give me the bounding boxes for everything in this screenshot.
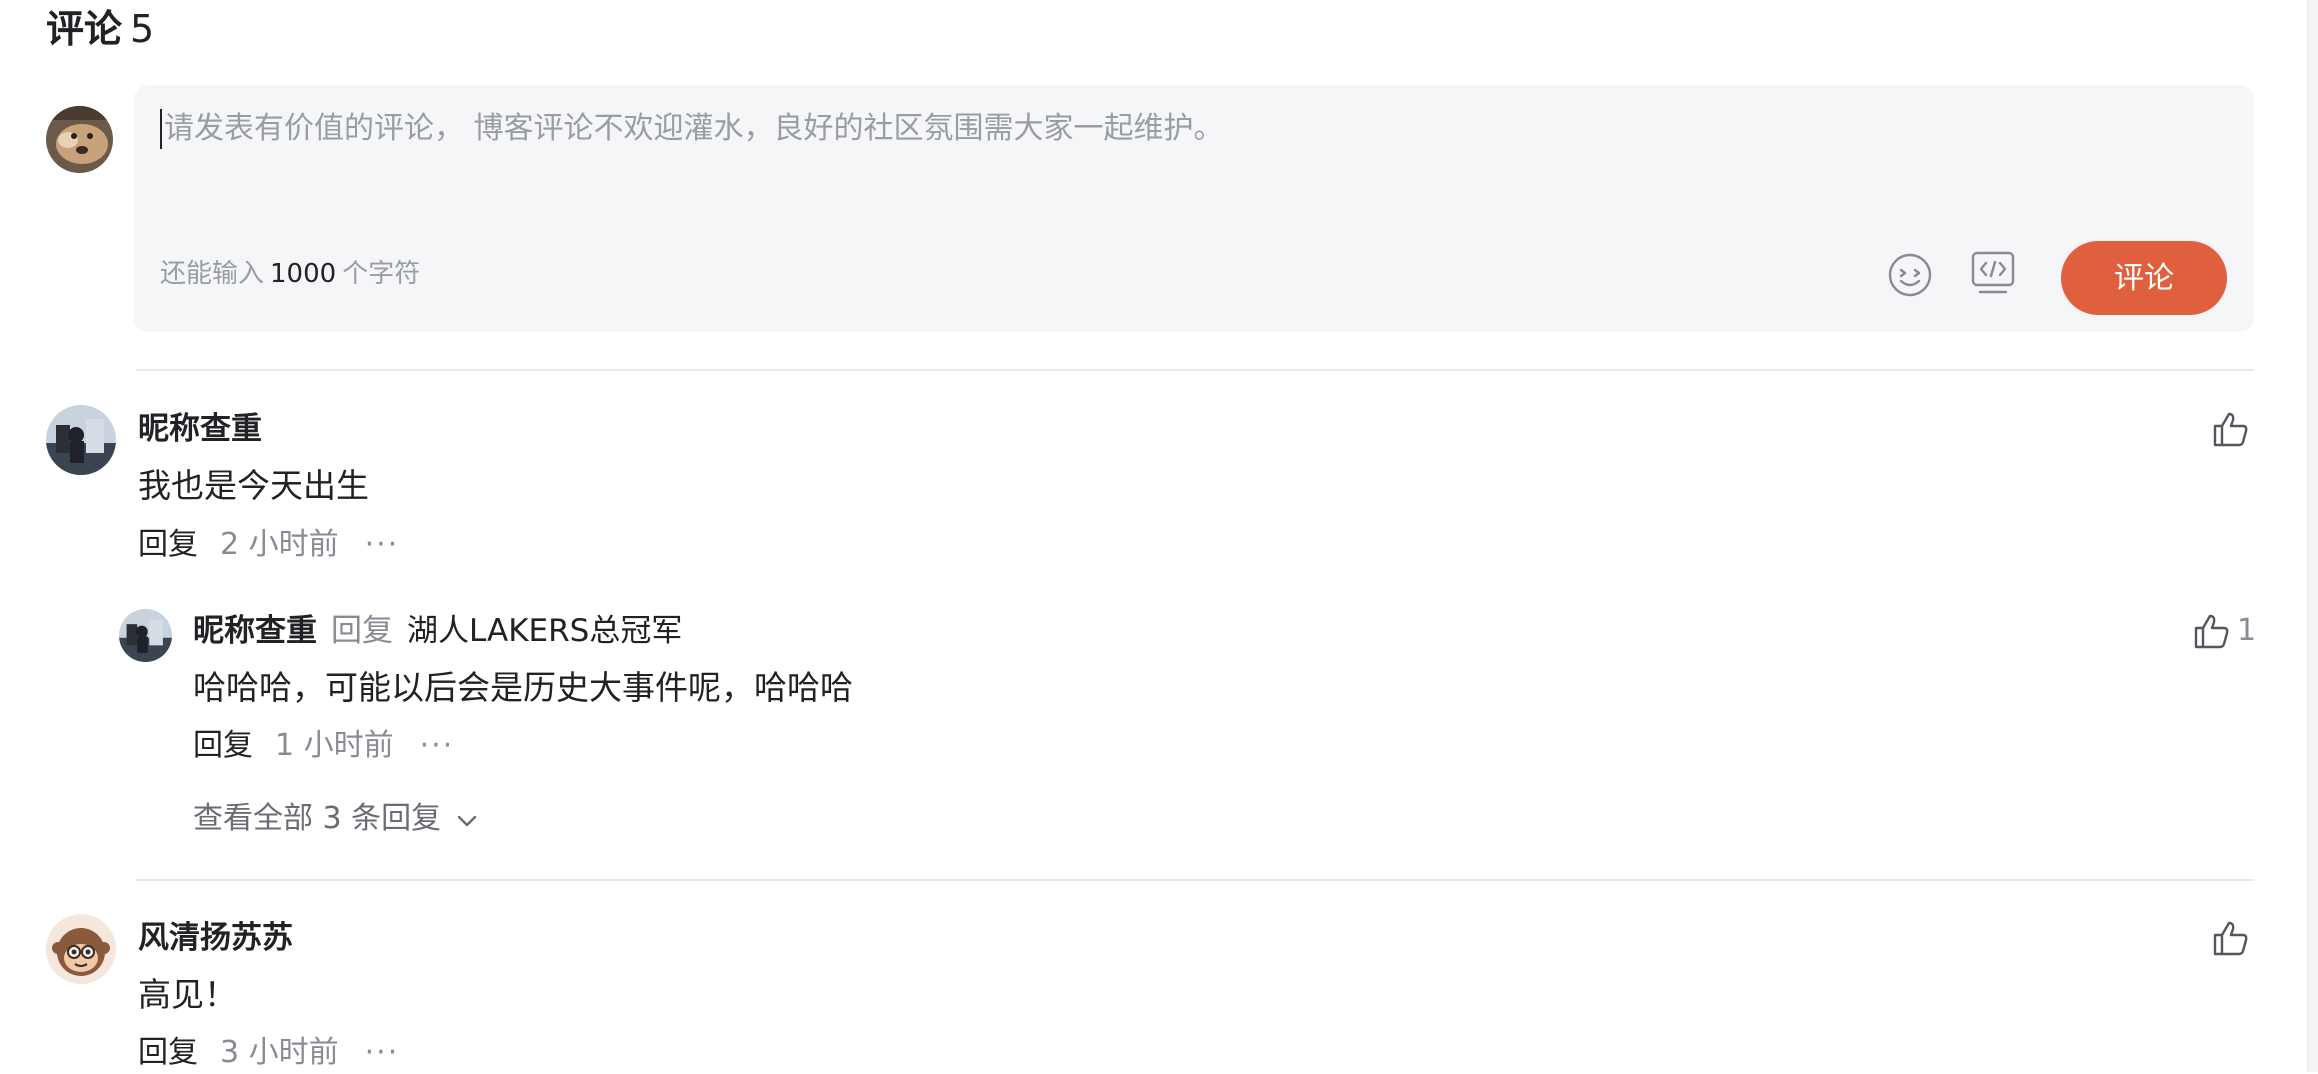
comment-text: 我也是今天出生 xyxy=(138,466,369,505)
comments-title-label: 评论 xyxy=(46,7,123,51)
reply-time: 1 小时前 xyxy=(275,728,394,763)
comment-avatar[interactable] xyxy=(46,914,116,984)
more-options-icon[interactable]: ··· xyxy=(420,728,455,763)
more-options-icon[interactable]: ··· xyxy=(365,1035,400,1070)
smiley-icon[interactable] xyxy=(1887,252,1933,298)
comment-editor[interactable]: 请发表有价值的评论， 博客评论不欢迎灌水，良好的社区氛围需大家一起维护。 还能输… xyxy=(134,85,2254,332)
reply-header: 昵称查重 回复 湖人LAKERS总冠军 xyxy=(193,610,682,652)
char-counter-prefix: 还能输入 xyxy=(160,259,265,289)
submit-comment-button[interactable]: 评论 xyxy=(2061,241,2227,315)
reply-button[interactable]: 回复 xyxy=(138,527,198,562)
comment-author[interactable]: 昵称查重 xyxy=(138,408,262,450)
view-all-replies-label[interactable]: 查看全部 3 条回复 xyxy=(193,801,441,836)
reply-author[interactable]: 昵称查重 xyxy=(193,613,317,649)
comment-author[interactable]: 风清扬苏苏 xyxy=(138,917,293,959)
reply-word: 回复 xyxy=(331,613,393,649)
chevron-down-icon[interactable] xyxy=(455,799,479,841)
comment-meta: 回复 2 小时前 ··· xyxy=(138,524,399,566)
divider xyxy=(136,879,2254,881)
like-count: 1 xyxy=(2237,613,2257,648)
char-counter-value: 1000 xyxy=(270,259,337,289)
more-options-icon[interactable]: ··· xyxy=(365,527,400,562)
current-user-avatar[interactable] xyxy=(46,106,113,173)
comments-title: 评论 5 xyxy=(46,0,154,58)
reply-target[interactable]: 湖人LAKERS总冠军 xyxy=(407,613,682,649)
comment-text: 高见！ xyxy=(138,975,237,1014)
reply-meta: 回复 1 小时前 ··· xyxy=(193,725,454,767)
reply-button[interactable]: 回复 xyxy=(138,1035,198,1070)
comment-time: 2 小时前 xyxy=(220,527,339,562)
scrollbar[interactable] xyxy=(2307,0,2318,1072)
reply-text: 哈哈哈，可能以后会是历史大事件呢，哈哈哈 xyxy=(193,668,853,707)
reply-button[interactable]: 回复 xyxy=(193,728,253,763)
code-icon[interactable] xyxy=(1970,250,2016,298)
comment-input[interactable]: 请发表有价值的评论， 博客评论不欢迎灌水，良好的社区氛围需大家一起维护。 xyxy=(160,109,1224,149)
comment-meta: 回复 3 小时前 ··· xyxy=(138,1032,399,1074)
char-counter-suffix: 个字符 xyxy=(342,259,421,289)
view-all-replies[interactable]: 查看全部 3 条回复 xyxy=(193,798,479,841)
thumbs-up-icon[interactable] xyxy=(2211,409,2251,449)
thumbs-up-icon[interactable] xyxy=(2211,918,2251,958)
comment-time: 3 小时前 xyxy=(220,1035,339,1070)
reply-avatar[interactable] xyxy=(119,609,172,662)
thumbs-up-icon[interactable] xyxy=(2192,611,2232,651)
divider xyxy=(136,369,2254,371)
comment-avatar[interactable] xyxy=(46,405,116,475)
comments-count: 5 xyxy=(130,7,155,51)
char-counter: 还能输入 1000 个字符 xyxy=(160,257,420,291)
